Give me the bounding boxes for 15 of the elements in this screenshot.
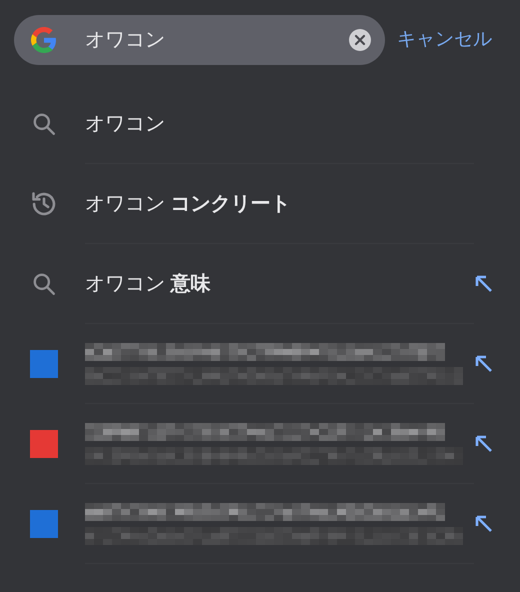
fill-query-arrow-icon[interactable] [474,434,494,454]
clear-icon[interactable] [349,29,371,51]
search-icon [31,271,57,297]
cancel-button[interactable]: キャンセル [397,26,492,54]
search-icon [31,111,57,137]
suggestion-text[interactable]: オワコン コンクリート [85,188,291,218]
search-field[interactable]: オワコン [14,15,385,65]
google-logo-icon [31,27,57,53]
fill-query-arrow-icon[interactable] [474,274,494,294]
suggestion-text[interactable]: オワコン 意味 [85,268,211,298]
fill-query-arrow-icon[interactable] [474,514,494,534]
search-query: オワコン [85,28,166,53]
fill-query-arrow-icon[interactable] [474,354,494,374]
suggestion-text[interactable]: オワコン [85,108,165,138]
history-icon [30,190,58,218]
